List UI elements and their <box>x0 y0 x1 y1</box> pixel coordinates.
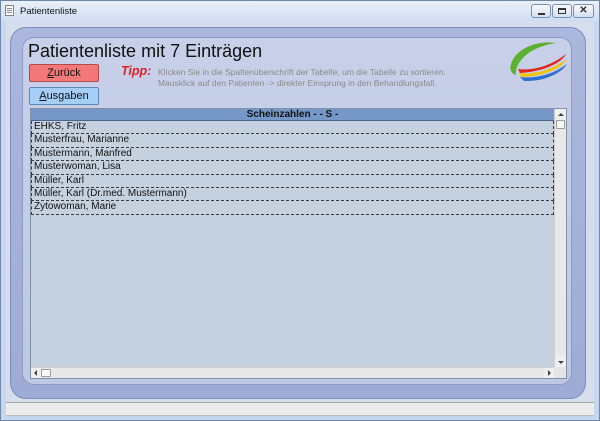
minimize-icon <box>538 13 545 15</box>
table-row[interactable]: Mustermann, Manfred <box>31 147 554 162</box>
company-logo <box>510 42 567 82</box>
scroll-up-icon <box>557 112 564 116</box>
patient-table: Scheinzahlen - - S - EHKS, Fritz Musterf… <box>30 108 567 379</box>
scroll-down-button[interactable] <box>555 356 566 367</box>
scroll-right-button[interactable] <box>544 368 554 378</box>
scroll-left-button[interactable] <box>31 368 41 378</box>
table-row[interactable]: Zytowoman, Marie <box>31 201 554 215</box>
close-icon: ✕ <box>579 5 588 16</box>
tip-text-sort: Klicken Sie in die Spaltenüberschrift de… <box>158 67 446 77</box>
outputs-button[interactable]: Ausgaben <box>29 87 99 105</box>
maximize-icon <box>558 8 566 14</box>
status-bar <box>6 402 594 416</box>
tip-text-click: Mausklick auf den Patienten -> direkter … <box>158 78 437 88</box>
table-row[interactable]: Musterfrau, Marianne <box>31 134 554 148</box>
table-row[interactable]: EHKS, Fritz <box>31 121 554 135</box>
vertical-scrollbar[interactable] <box>554 109 566 367</box>
column-header-scheinzahlen[interactable]: Scheinzahlen - - S - <box>31 109 554 121</box>
table-row[interactable]: Müller, Karl (Dr.med. Mustermann) <box>31 187 554 202</box>
scroll-down-icon <box>557 360 564 364</box>
tip-label: Tipp: <box>121 64 152 78</box>
scrollbar-corner <box>554 367 566 378</box>
back-button-label: Zurück <box>47 67 81 79</box>
vertical-scroll-thumb[interactable] <box>556 120 565 129</box>
table-row[interactable]: Musterwoman, Lisa <box>31 161 554 175</box>
scroll-up-button[interactable] <box>555 109 566 120</box>
maximize-button[interactable] <box>552 4 572 18</box>
minimize-button[interactable] <box>531 4 551 18</box>
scroll-left-icon <box>34 370 37 376</box>
app-icon[interactable] <box>5 5 14 16</box>
outputs-button-label: Ausgaben <box>39 90 89 102</box>
table-body: EHKS, Fritz Musterfrau, Marianne Musterm… <box>31 121 554 215</box>
table-row[interactable]: Müller, Karl <box>31 174 554 188</box>
window-title: Patientenliste <box>20 6 78 17</box>
horizontal-scroll-thumb[interactable] <box>41 369 51 377</box>
title-bar[interactable]: Patientenliste ✕ <box>1 1 599 22</box>
close-button[interactable]: ✕ <box>573 4 594 18</box>
back-button[interactable]: Zurück <box>29 64 99 82</box>
page-title: Patientenliste mit 7 Einträgen <box>28 41 263 61</box>
scroll-right-icon <box>548 370 551 376</box>
horizontal-scrollbar[interactable] <box>31 367 554 378</box>
